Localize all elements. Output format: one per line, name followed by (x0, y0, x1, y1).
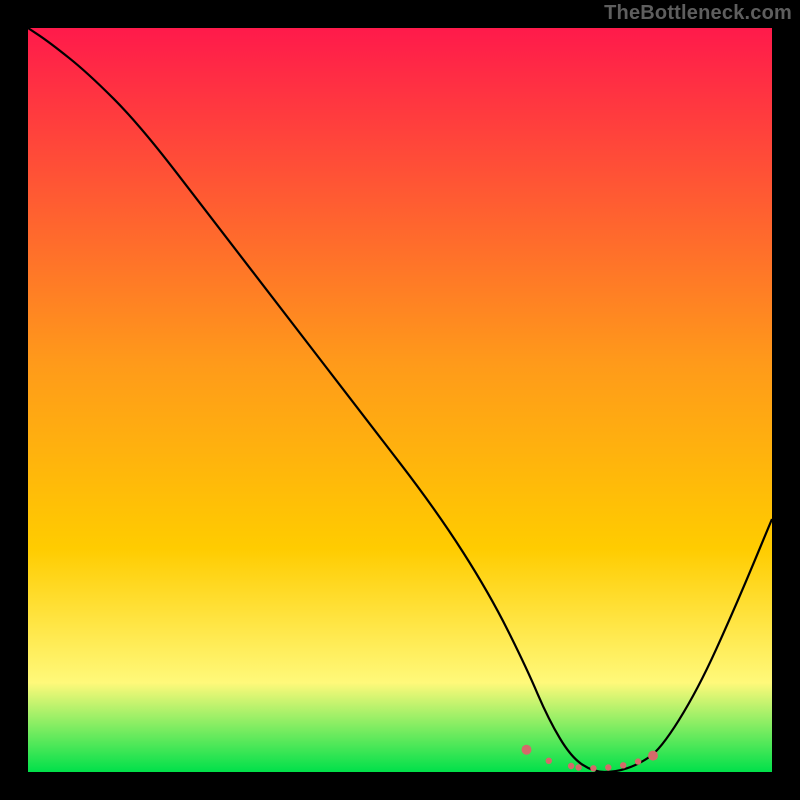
optimal-dot (590, 765, 596, 771)
optimal-dot (620, 762, 626, 768)
optimal-dot (568, 763, 574, 769)
optimal-dot (635, 758, 641, 764)
watermark-text: TheBottleneck.com (604, 2, 792, 25)
optimal-dot (522, 745, 532, 755)
optimal-dot (546, 758, 552, 764)
chart-stage: TheBottleneck.com (0, 0, 800, 800)
optimal-dot (575, 764, 581, 770)
optimal-dot (648, 751, 658, 761)
chart-svg (0, 0, 800, 800)
optimal-dot (605, 764, 611, 770)
plot-background (28, 28, 772, 772)
